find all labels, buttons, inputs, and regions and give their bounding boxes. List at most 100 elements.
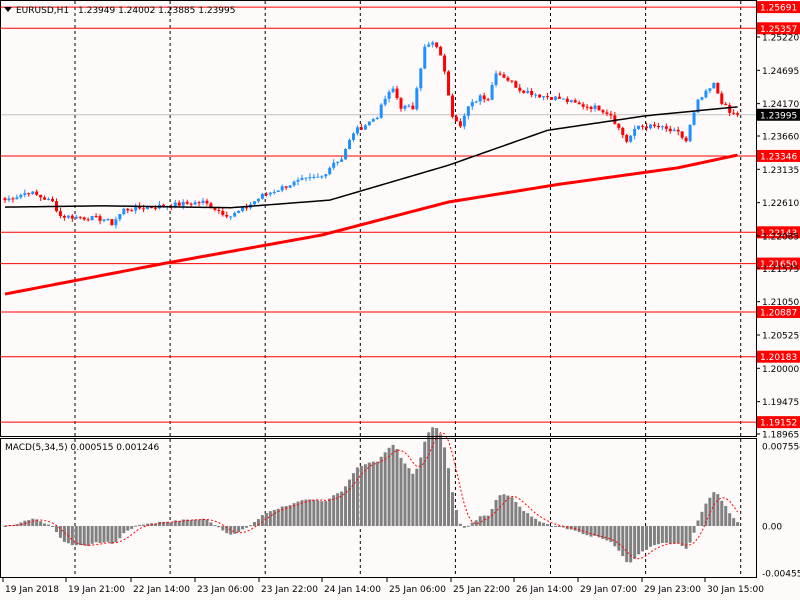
candle-body [573,100,577,103]
macd-histogram-bar [138,524,142,526]
candle-body [589,106,593,109]
candle-body [43,197,47,200]
macd-histogram-bar [245,526,249,528]
candle-body [118,214,122,220]
candle [201,197,205,205]
macd-histogram-bar [328,498,332,526]
chart-canvas[interactable]: 1.256911.253571.233461.221431.216501.208… [0,0,800,600]
candle-body [700,97,704,100]
candle [672,127,676,132]
candle [736,111,740,118]
candle-body [185,201,189,204]
macd-histogram-bar [724,505,728,526]
candle [189,202,193,207]
candle-body [348,139,352,150]
candle-body [494,73,498,85]
candle-body [486,99,490,101]
candle [447,70,451,96]
macd-histogram-bar [435,428,439,526]
candle [708,87,712,94]
macd-histogram-bar [27,520,31,526]
macd-histogram-bar [142,524,146,526]
candle-body [189,203,193,205]
macd-histogram-bar [375,461,379,526]
macd-histogram-bar [454,510,458,526]
candle [494,70,498,88]
candle-body [625,135,629,142]
candle [340,156,344,162]
macd-histogram-bar [74,526,78,546]
candle-body [466,106,470,116]
candle-body [633,128,637,136]
macd-histogram-bar [284,506,288,526]
candle [716,82,720,94]
candle-body [652,124,656,127]
macd-histogram-bar [553,526,557,527]
candle [728,102,732,117]
candle [336,161,340,166]
candle [284,186,288,191]
candle [134,203,138,214]
macd-histogram-bar [712,492,716,526]
macd-histogram-bar [193,519,197,526]
candle-body [252,201,256,205]
candle-body [454,116,458,122]
candle [292,180,296,188]
candle-body [276,190,280,192]
candle-body [561,98,565,100]
candle [561,98,565,100]
macd-histogram-bar [98,526,102,544]
candle-body [74,216,78,219]
macd-histogram-bar [106,526,110,542]
macd-histogram-bar [447,468,451,526]
macd-histogram-bar [696,520,700,526]
macd-histogram-bar [613,526,617,547]
candle-body [732,112,736,114]
candle [332,159,336,171]
macd-histogram-bar [629,526,633,563]
time-tick-label: 30 Jan 15:00 [707,585,764,595]
candle-body [510,80,514,82]
candle-body [502,74,506,78]
candle-body [617,123,621,128]
candle-body [450,95,454,117]
dropdown-triangle-icon[interactable] [4,7,12,12]
macd-histogram-bar [272,509,276,526]
candle-body [534,94,538,96]
candle [296,177,300,186]
candle [427,41,431,48]
candle-body [15,197,19,200]
macd-histogram-bar [348,479,352,526]
candle-body [82,217,86,220]
macd-histogram-bar [518,506,522,526]
macd-histogram-bar [728,513,732,526]
level-price-label: 1.25691 [760,4,797,14]
candle-body [641,125,645,127]
candle [82,216,86,221]
candle [597,105,601,111]
candle [585,104,589,111]
macd-histogram-bar [732,518,736,526]
candle [280,184,284,193]
candle [367,121,371,126]
candle-body [288,185,292,188]
macd-histogram-bar [720,500,724,526]
candle [490,81,494,101]
macd-histogram-bar [411,473,415,526]
candle [637,125,641,131]
level-price-label: 1.20887 [760,309,797,319]
candle [538,94,542,98]
macd-histogram-bar [534,518,538,526]
candle-body [660,126,664,128]
candle-body [241,207,245,212]
candle [102,219,106,223]
candle [328,166,332,176]
macd-histogram-bar [617,526,621,551]
candle-body [518,87,522,91]
candle [435,42,439,49]
macd-histogram-bar [395,448,399,526]
macd-histogram-bar [268,511,272,526]
candle [86,217,90,222]
macd-histogram-bar [359,465,363,526]
candle-body [126,208,130,211]
